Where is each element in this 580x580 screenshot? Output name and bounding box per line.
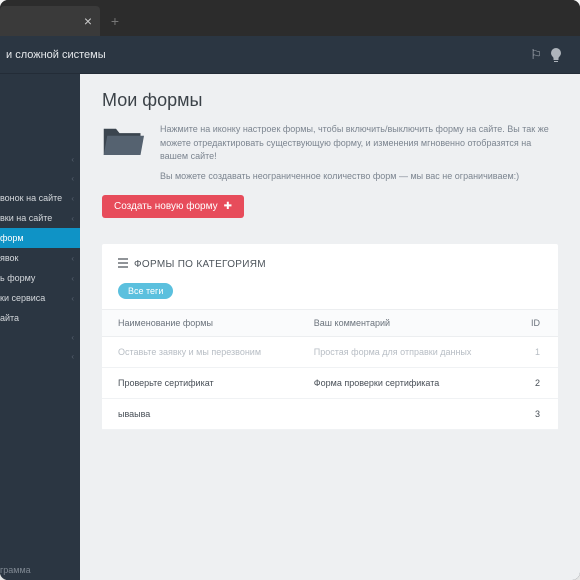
sidebar-item-label: форм: [0, 233, 74, 243]
table-row[interactable]: Оставьте заявку и мы перезвонимПростая ф…: [102, 337, 558, 368]
sidebar-item-label: айта: [0, 313, 74, 323]
chevron-left-icon: ‹: [71, 352, 74, 361]
tag-all[interactable]: Все теги: [118, 283, 173, 299]
sidebar-item[interactable]: явок‹: [0, 248, 80, 268]
chevron-left-icon: ‹: [71, 274, 74, 283]
browser-tabbar: × +: [0, 0, 580, 36]
col-id: ID: [510, 310, 558, 337]
panel-heading: ФОРМЫ ПО КАТЕГОРИЯМ: [102, 244, 558, 281]
plus-icon: ✚: [224, 201, 232, 212]
cell-comment: [298, 399, 510, 430]
sidebar-item[interactable]: айта: [0, 308, 80, 328]
col-name: Наименование формы: [102, 310, 298, 337]
cell-id: 1: [510, 337, 558, 368]
chevron-left-icon: ‹: [71, 254, 74, 263]
cell-id: 2: [510, 368, 558, 399]
app-header: и сложной системы ⚐: [0, 36, 580, 74]
sidebar-item-label: ки сервиса: [0, 293, 71, 303]
intro-line-1: Нажмите на иконку настроек формы, чтобы …: [160, 123, 558, 164]
create-form-label: Создать новую форму: [114, 201, 218, 212]
intro-line-2: Вы можете создавать неограниченное колич…: [160, 170, 558, 184]
sidebar-item-label: явок: [0, 253, 71, 263]
sidebar-item-label: вки на сайте: [0, 213, 71, 223]
cell-name: Проверьте сертификат: [102, 368, 298, 399]
sidebar-item-label: вонок на сайте: [0, 193, 71, 203]
new-tab-button[interactable]: +: [100, 6, 130, 36]
table-row[interactable]: Проверьте сертификатФорма проверки серти…: [102, 368, 558, 399]
cell-name: ываыва: [102, 399, 298, 430]
chevron-left-icon: ‹: [71, 174, 74, 183]
list-icon: [118, 258, 128, 271]
sidebar-item[interactable]: ь форму‹: [0, 268, 80, 288]
sidebar-item-label: ь форму: [0, 273, 71, 283]
sidebar-item[interactable]: вки на сайте‹: [0, 208, 80, 228]
flag-icon[interactable]: ⚐: [526, 47, 546, 63]
sidebar-footer-item[interactable]: грамма: [0, 560, 80, 580]
chevron-left-icon: ‹: [71, 294, 74, 303]
forms-table: Наименование формы Ваш комментарий ID Ос…: [102, 309, 558, 430]
sidebar: ‹ ‹вонок на сайте‹вки на сайте‹формявок‹…: [0, 74, 80, 580]
cell-comment: Форма проверки сертификата: [298, 368, 510, 399]
sidebar-item[interactable]: ‹: [0, 328, 80, 347]
sidebar-item[interactable]: ‹: [0, 347, 80, 366]
close-icon[interactable]: ×: [84, 13, 92, 29]
chevron-left-icon: ‹: [71, 214, 74, 223]
col-comment: Ваш комментарий: [298, 310, 510, 337]
chevron-left-icon: ‹: [71, 194, 74, 203]
app-body: ‹ ‹вонок на сайте‹вки на сайте‹формявок‹…: [0, 74, 580, 580]
app-chrome: и сложной системы ⚐ ‹ ‹вонок на сайте‹вк…: [0, 36, 580, 580]
chevron-left-icon: ‹: [71, 155, 74, 164]
browser-tab[interactable]: ×: [0, 6, 100, 36]
create-form-button[interactable]: Создать новую форму ✚: [102, 195, 244, 218]
sidebar-item-active[interactable]: форм: [0, 228, 80, 248]
content-area: Мои формы Нажмите на иконку настроек фор…: [80, 74, 580, 580]
cell-comment: Простая форма для отправки данных: [298, 337, 510, 368]
table-row[interactable]: ываыва 3: [102, 399, 558, 430]
browser-window: × + и сложной системы ⚐ ‹ ‹вонок на сайт…: [0, 0, 580, 580]
chevron-left-icon: ‹: [71, 333, 74, 342]
forms-panel: ФОРМЫ ПО КАТЕГОРИЯМ Все теги Наименовани…: [102, 244, 558, 430]
sidebar-item[interactable]: ки сервиса‹: [0, 288, 80, 308]
sidebar-item[interactable]: вонок на сайте‹: [0, 188, 80, 208]
app-title: и сложной системы: [6, 49, 526, 61]
cell-name: Оставьте заявку и мы перезвоним: [102, 337, 298, 368]
sidebar-item[interactable]: ‹: [0, 169, 80, 188]
lightbulb-icon[interactable]: [546, 48, 566, 62]
folder-icon: [102, 123, 144, 159]
cell-id: 3: [510, 399, 558, 430]
sidebar-item[interactable]: ‹: [0, 150, 80, 169]
page-title: Мои формы: [102, 90, 558, 111]
